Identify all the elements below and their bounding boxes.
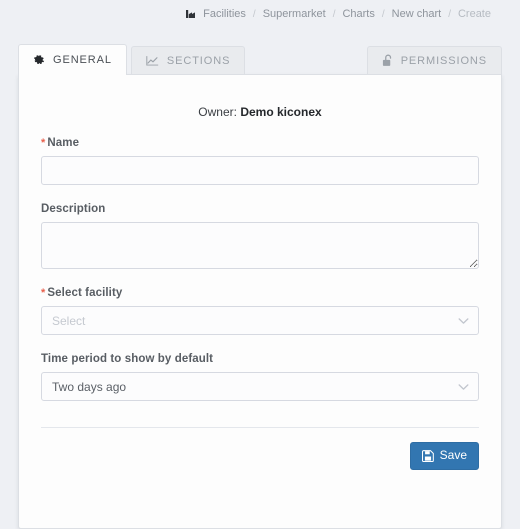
tab-general[interactable]: GENERAL (18, 44, 127, 75)
time-period-select[interactable]: Two days ago (41, 372, 479, 401)
tab-general-label: GENERAL (53, 53, 112, 66)
facility-select[interactable]: Select (41, 306, 479, 335)
field-select-facility: * Select facility Select (41, 287, 479, 335)
tab-sections-label: SECTIONS (166, 54, 231, 67)
footer-divider (41, 427, 479, 428)
owner-line: Owner: Demo kiconex (41, 105, 479, 119)
owner-label: Owner: (198, 105, 237, 119)
breadcrumb-item-new-chart[interactable]: New chart (391, 8, 443, 20)
save-button-label: Save (439, 448, 467, 462)
description-label-text: Description (41, 203, 106, 215)
tab-bar: GENERAL SECTIONS PERMISSIONS (18, 44, 502, 75)
facility-label: * Select facility (41, 287, 479, 299)
unlock-icon (382, 54, 393, 67)
time-period-select-value: Two days ago (52, 379, 127, 394)
breadcrumb: Facilities / Supermarket / Charts / New … (186, 8, 492, 20)
tab-permissions-label: PERMISSIONS (400, 54, 487, 67)
field-description: Description (41, 203, 479, 269)
breadcrumb-item-supermarket[interactable]: Supermarket (262, 8, 327, 20)
required-marker: * (41, 137, 46, 149)
breadcrumb-separator: / (332, 8, 336, 20)
field-name: * Name (41, 137, 479, 185)
breadcrumb-separator: / (381, 8, 385, 20)
name-label-text: Name (47, 137, 80, 149)
breadcrumb-bar: Facilities / Supermarket / Charts / New … (0, 0, 520, 28)
facility-select-value: Select (52, 313, 86, 328)
description-label: Description (41, 203, 479, 215)
required-marker: * (41, 287, 46, 299)
save-button[interactable]: Save (409, 442, 479, 470)
general-form-card: Owner: Demo kiconex * Name Description * S… (18, 74, 502, 529)
time-period-label: Time period to show by default (41, 353, 479, 365)
factory-icon (186, 9, 197, 19)
facility-label-text: Select facility (47, 287, 123, 299)
gear-icon (33, 54, 45, 66)
time-period-label-text: Time period to show by default (41, 353, 214, 365)
breadcrumb-item-charts[interactable]: Charts (341, 8, 375, 20)
name-label: * Name (41, 137, 479, 149)
tab-permissions[interactable]: PERMISSIONS (366, 46, 502, 74)
name-input[interactable] (41, 156, 479, 185)
breadcrumb-separator: / (448, 8, 451, 20)
field-time-period: Time period to show by default Two days … (41, 353, 479, 401)
owner-value: Demo kiconex (240, 105, 322, 119)
chevron-down-icon (458, 317, 469, 324)
floppy-save-icon (421, 449, 434, 462)
line-chart-icon (146, 55, 159, 67)
breadcrumb-item-facilities[interactable]: Facilities (202, 8, 247, 20)
chevron-down-icon (458, 383, 469, 390)
breadcrumb-item-create: Create (457, 8, 491, 20)
description-textarea[interactable] (41, 222, 479, 269)
breadcrumb-separator: / (252, 8, 256, 20)
tab-sections[interactable]: SECTIONS (130, 46, 246, 74)
card-footer: Save (41, 442, 479, 470)
